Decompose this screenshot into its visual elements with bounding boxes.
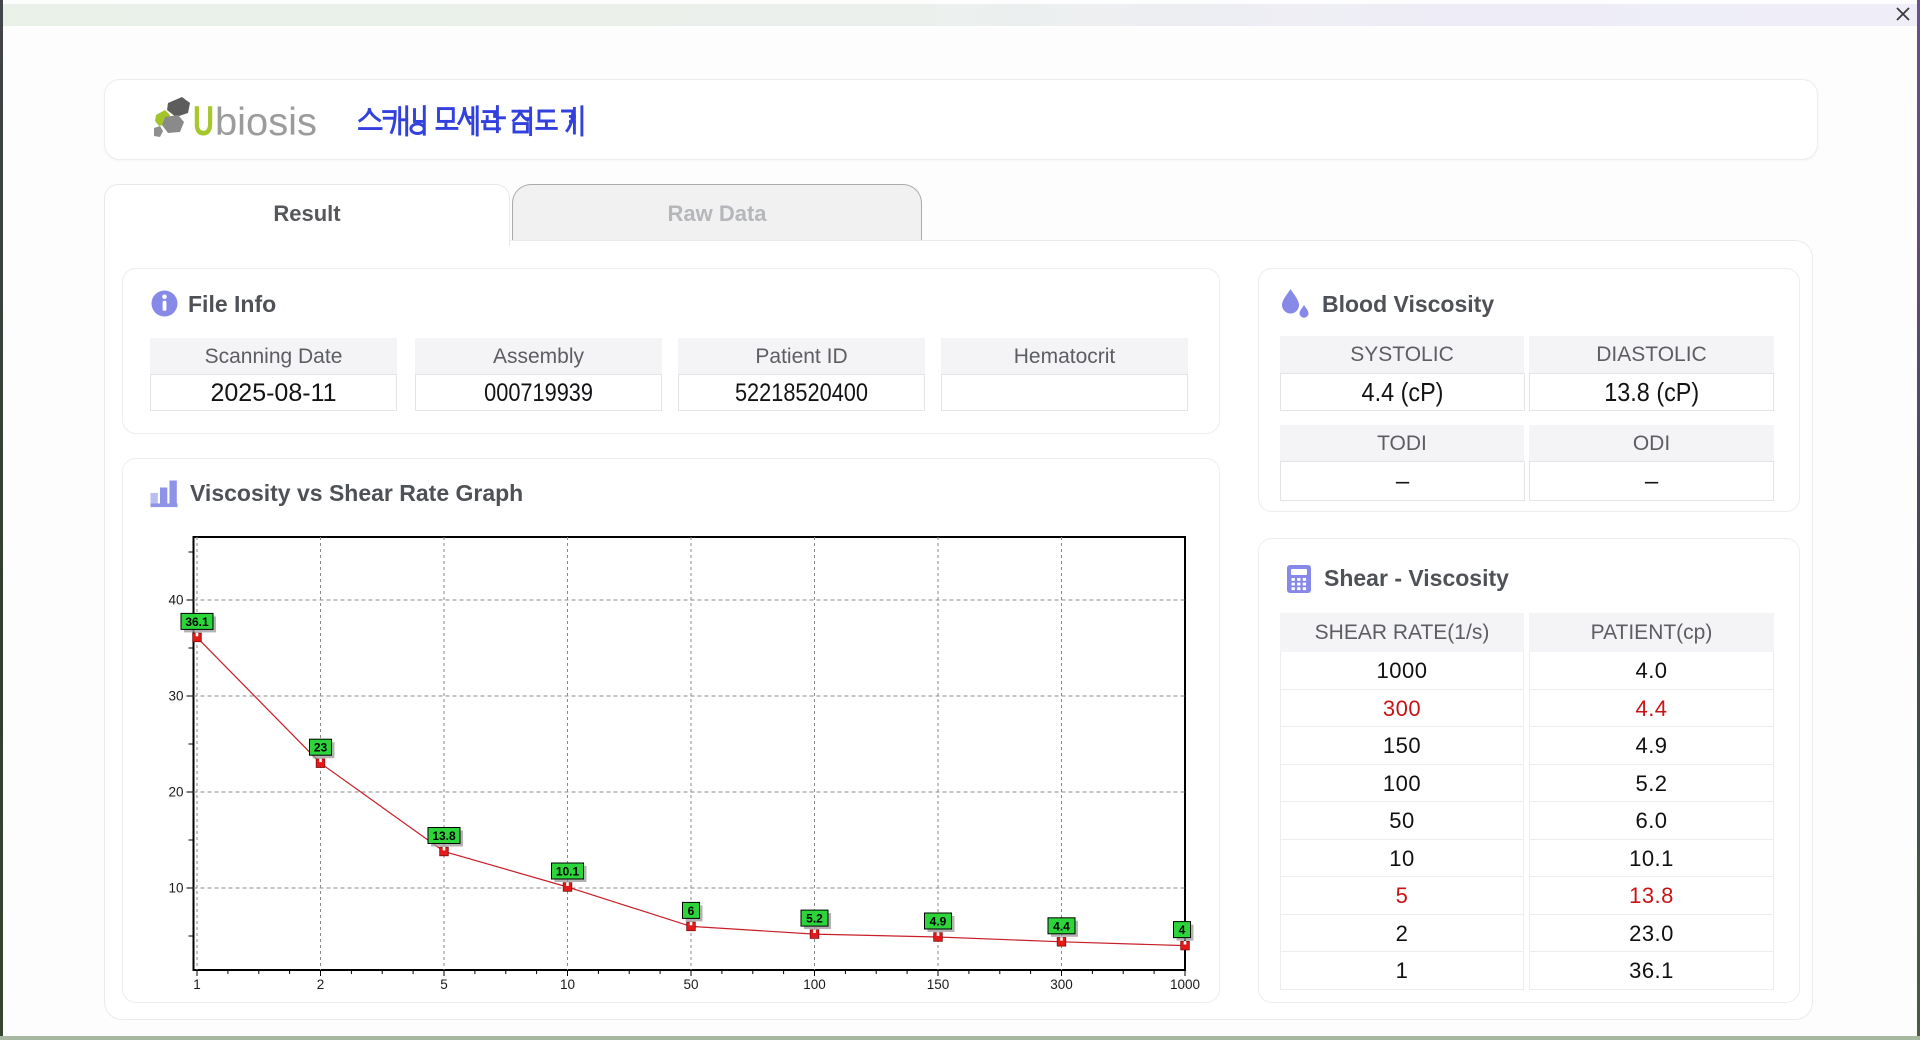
svg-text:100: 100	[803, 977, 826, 992]
svg-text:10.1: 10.1	[556, 865, 580, 879]
svg-text:6: 6	[688, 904, 695, 918]
svg-text:40: 40	[168, 593, 183, 608]
svg-text:2: 2	[317, 977, 325, 992]
svg-text:4: 4	[1179, 923, 1186, 937]
svg-text:10: 10	[168, 881, 183, 896]
svg-text:300: 300	[1050, 977, 1073, 992]
svg-text:50: 50	[683, 977, 698, 992]
svg-text:4.4: 4.4	[1053, 919, 1070, 933]
svg-text:13.8: 13.8	[432, 829, 456, 843]
svg-text:1000: 1000	[1170, 977, 1200, 992]
svg-text:U: U	[193, 97, 214, 144]
svg-text:5.2: 5.2	[806, 912, 823, 926]
svg-text:36.1: 36.1	[185, 615, 209, 629]
svg-text:23: 23	[314, 741, 328, 755]
svg-text:1: 1	[193, 977, 201, 992]
svg-text:20: 20	[168, 785, 183, 800]
svg-text:biosis: biosis	[215, 101, 317, 144]
svg-text:30: 30	[168, 689, 183, 704]
svg-text:10: 10	[560, 977, 575, 992]
svg-text:150: 150	[927, 977, 950, 992]
svg-text:4.9: 4.9	[930, 915, 947, 929]
svg-text:5: 5	[440, 977, 448, 992]
